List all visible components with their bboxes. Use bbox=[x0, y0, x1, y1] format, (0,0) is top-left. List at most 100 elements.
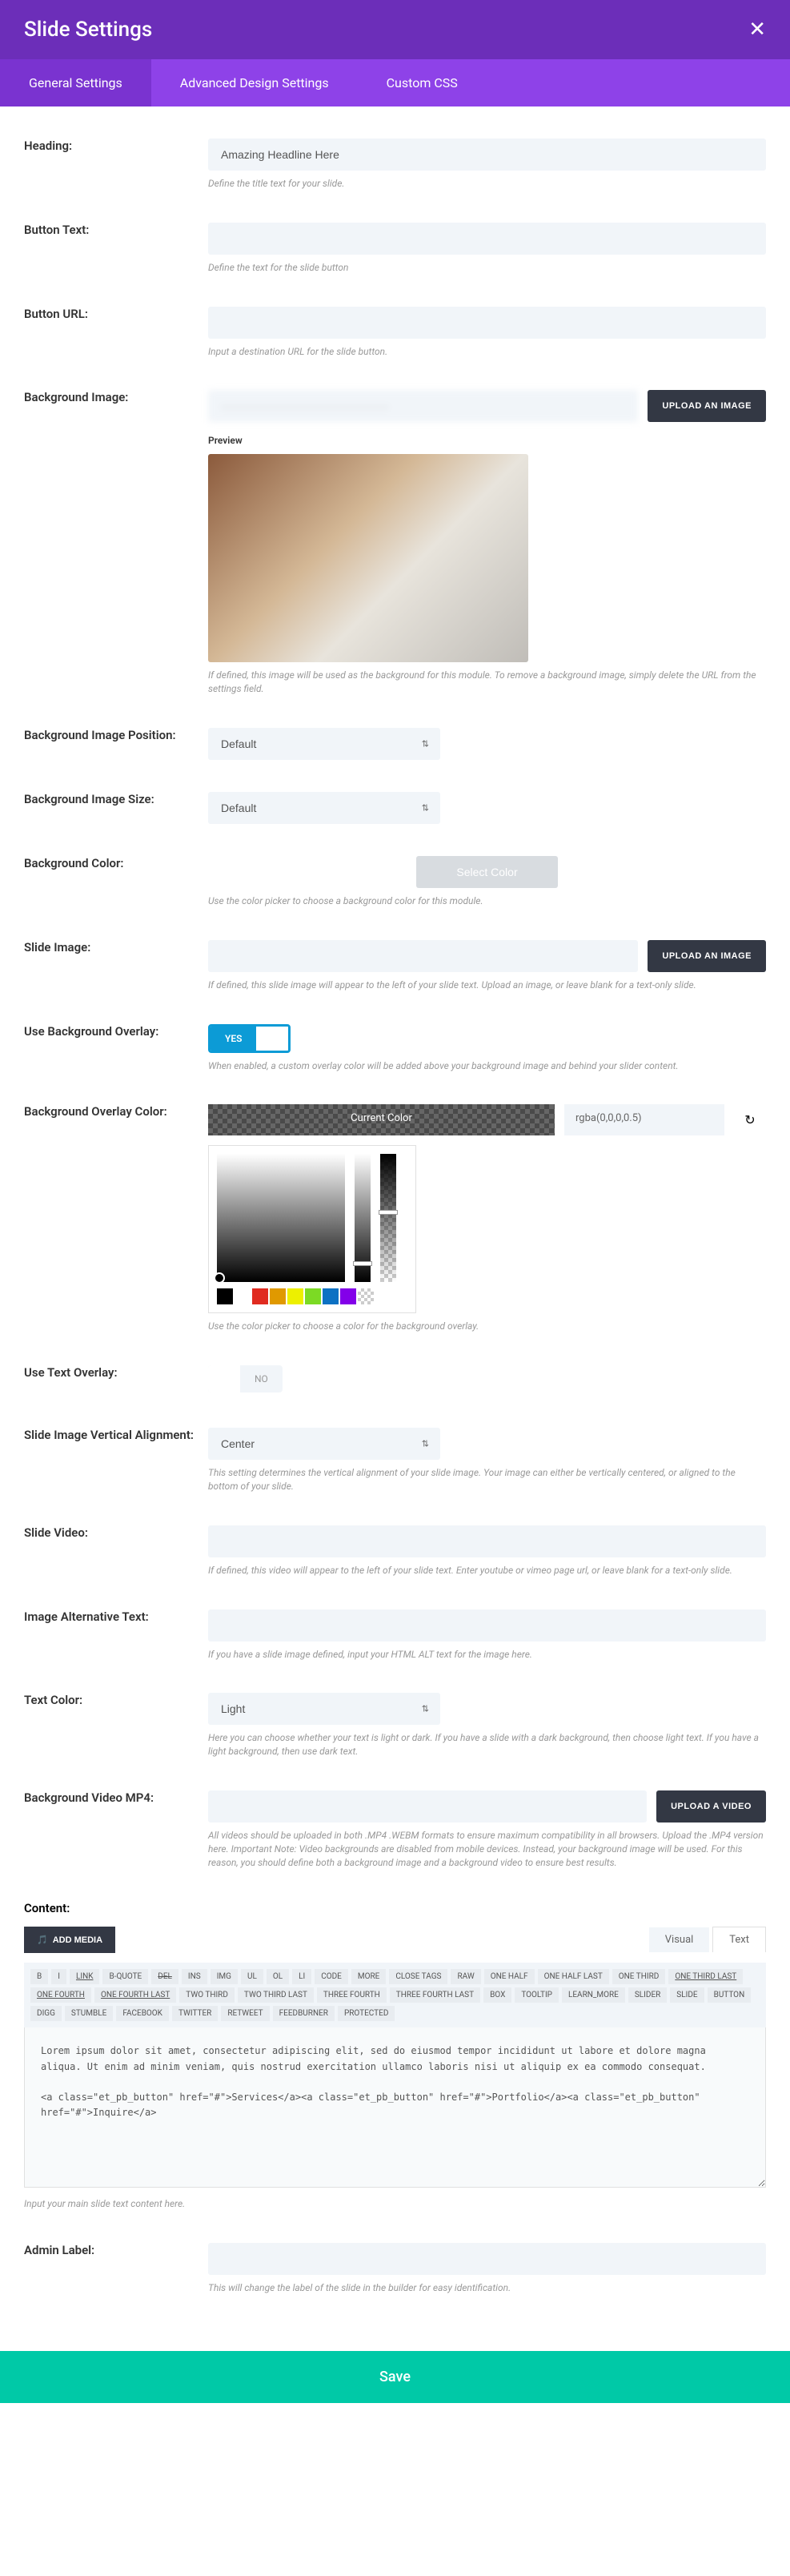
toolbar-twitter[interactable]: TWITTER bbox=[172, 2006, 218, 2021]
color-value-input[interactable]: rgba(0,0,0,0.5) bbox=[564, 1104, 724, 1135]
vert-align-select[interactable]: Center bbox=[208, 1428, 440, 1460]
bg-video-help: All videos should be uploaded in both .M… bbox=[208, 1829, 766, 1869]
button-url-input[interactable] bbox=[208, 307, 766, 339]
admin-label-input[interactable] bbox=[208, 2243, 766, 2275]
toolbar-one-third-last[interactable]: ONE THIRD LAST bbox=[668, 1969, 743, 1984]
toolbar-del[interactable]: DEL bbox=[151, 1969, 178, 1984]
color-swatch-transparent[interactable] bbox=[358, 1288, 374, 1304]
bg-image-label: Background Image: bbox=[24, 390, 208, 696]
slide-image-input[interactable] bbox=[208, 940, 638, 972]
color-swatch[interactable] bbox=[287, 1288, 303, 1304]
bg-pos-label: Background Image Position: bbox=[24, 728, 208, 760]
alt-text-help: If you have a slide image defined, input… bbox=[208, 1648, 766, 1662]
bg-size-select[interactable]: Default bbox=[208, 792, 440, 824]
toolbar-one-third[interactable]: ONE THIRD bbox=[612, 1969, 666, 1984]
slide-image-help: If defined, this slide image will appear… bbox=[208, 979, 766, 992]
modal-header: Slide Settings ✕ bbox=[0, 0, 790, 59]
overlay-color-help: Use the color picker to choose a color f… bbox=[208, 1320, 766, 1333]
color-swatch[interactable] bbox=[270, 1288, 286, 1304]
use-overlay-toggle[interactable]: YES bbox=[208, 1024, 291, 1053]
color-swatch[interactable] bbox=[235, 1288, 251, 1304]
bg-image-input[interactable] bbox=[208, 390, 638, 422]
toolbar-digg[interactable]: DIGG bbox=[30, 2006, 62, 2021]
toolbar-two-third-last[interactable]: TWO THIRD LAST bbox=[238, 1987, 314, 2003]
toolbar-one-fourth-last[interactable]: ONE FOURTH LAST bbox=[94, 1987, 176, 2003]
toolbar-box[interactable]: BOX bbox=[483, 1987, 511, 2003]
color-swatch[interactable] bbox=[252, 1288, 268, 1304]
select-color-button[interactable]: Select Color bbox=[416, 856, 557, 888]
alt-text-label: Image Alternative Text: bbox=[24, 1609, 208, 1662]
content-help: Input your main slide text content here. bbox=[24, 2197, 766, 2211]
toolbar-ul[interactable]: UL bbox=[241, 1969, 263, 1984]
slide-video-label: Slide Video: bbox=[24, 1525, 208, 1577]
toolbar-stumble[interactable]: STUMBLE bbox=[65, 2006, 113, 2021]
toolbar-b[interactable]: B bbox=[30, 1969, 48, 1984]
text-tab[interactable]: Text bbox=[712, 1927, 766, 1952]
toolbar-ol[interactable]: OL bbox=[267, 1969, 289, 1984]
content-label: Content: bbox=[24, 1901, 766, 1915]
toolbar-raw[interactable]: RAW bbox=[451, 1969, 480, 1984]
reset-color-icon[interactable]: ↻ bbox=[734, 1104, 766, 1135]
toolbar-facebook[interactable]: FACEBOOK bbox=[116, 2006, 169, 2021]
color-swatch[interactable] bbox=[217, 1288, 233, 1304]
text-color-label: Text Color: bbox=[24, 1693, 208, 1758]
toolbar-more[interactable]: MORE bbox=[351, 1969, 386, 1984]
bg-pos-select[interactable]: Default bbox=[208, 728, 440, 760]
toolbar-code[interactable]: CODE bbox=[315, 1969, 348, 1984]
text-color-select[interactable]: Light bbox=[208, 1693, 440, 1725]
toolbar-button[interactable]: BUTTON bbox=[708, 1987, 752, 2003]
text-color-help: Here you can choose whether your text is… bbox=[208, 1731, 766, 1758]
alt-text-input[interactable] bbox=[208, 1609, 766, 1642]
close-icon[interactable]: ✕ bbox=[748, 18, 766, 42]
toolbar-two-third[interactable]: TWO THIRD bbox=[179, 1987, 235, 2003]
current-color-display[interactable]: Current Color bbox=[208, 1104, 555, 1135]
color-picker bbox=[208, 1145, 416, 1313]
text-overlay-toggle[interactable]: NO bbox=[208, 1365, 283, 1392]
toolbar-feedburner[interactable]: FEEDBURNER bbox=[273, 2006, 335, 2021]
upload-video-button[interactable]: UPLOAD A VIDEO bbox=[656, 1790, 766, 1822]
toolbar-three-fourth[interactable]: THREE FOURTH bbox=[317, 1987, 387, 2003]
slide-video-input[interactable] bbox=[208, 1525, 766, 1557]
toolbar-li[interactable]: LI bbox=[292, 1969, 311, 1984]
button-text-input[interactable] bbox=[208, 223, 766, 255]
upload-slide-image-button[interactable]: UPLOAD AN IMAGE bbox=[648, 940, 766, 972]
upload-image-button[interactable]: UPLOAD AN IMAGE bbox=[648, 390, 766, 422]
toolbar-link[interactable]: LINK bbox=[70, 1969, 100, 1984]
alpha-slider[interactable] bbox=[380, 1154, 396, 1282]
button-text-help: Define the text for the slide button bbox=[208, 261, 766, 275]
color-swatch[interactable] bbox=[305, 1288, 321, 1304]
toolbar-one-half[interactable]: ONE HALF bbox=[484, 1969, 535, 1984]
tab-advanced[interactable]: Advanced Design Settings bbox=[151, 59, 358, 106]
toolbar-three-fourth-last[interactable]: THREE FOURTH LAST bbox=[390, 1987, 480, 2003]
color-swatch[interactable] bbox=[323, 1288, 339, 1304]
visual-tab[interactable]: Visual bbox=[649, 1927, 710, 1952]
tab-general[interactable]: General Settings bbox=[0, 59, 151, 106]
bg-video-input[interactable] bbox=[208, 1790, 647, 1822]
toolbar-close-tags[interactable]: CLOSE TAGS bbox=[389, 1969, 447, 1984]
toolbar-i[interactable]: I bbox=[51, 1969, 66, 1984]
toolbar-tooltip[interactable]: TOOLTIP bbox=[515, 1987, 559, 2003]
tab-css[interactable]: Custom CSS bbox=[358, 59, 487, 106]
button-url-label: Button URL: bbox=[24, 307, 208, 359]
heading-input[interactable] bbox=[208, 139, 766, 171]
toolbar-protected[interactable]: PROTECTED bbox=[338, 2006, 395, 2021]
add-media-button[interactable]: 🎵 ADD MEDIA bbox=[24, 1927, 115, 1953]
toolbar-one-half-last[interactable]: ONE HALF LAST bbox=[538, 1969, 609, 1984]
vert-align-help: This setting determines the vertical ali… bbox=[208, 1466, 766, 1493]
save-button[interactable]: Save bbox=[0, 2351, 790, 2403]
content-textarea[interactable] bbox=[24, 2027, 766, 2188]
toolbar-learn-more[interactable]: LEARN_MORE bbox=[562, 1987, 625, 2003]
toolbar-slider[interactable]: SLIDER bbox=[628, 1987, 667, 2003]
toolbar-one-fourth[interactable]: ONE FOURTH bbox=[30, 1987, 91, 2003]
toolbar-b-quote[interactable]: B-QUOTE bbox=[102, 1969, 148, 1984]
hue-slider[interactable] bbox=[355, 1154, 371, 1282]
vert-align-label: Slide Image Vertical Alignment: bbox=[24, 1428, 208, 1493]
toolbar-ins[interactable]: INS bbox=[182, 1969, 207, 1984]
bg-size-label: Background Image Size: bbox=[24, 792, 208, 824]
color-swatch[interactable] bbox=[340, 1288, 356, 1304]
toolbar-slide[interactable]: SLIDE bbox=[670, 1987, 704, 2003]
toolbar-img[interactable]: IMG bbox=[211, 1969, 238, 1984]
saturation-picker[interactable] bbox=[217, 1154, 345, 1282]
bg-video-label: Background Video MP4: bbox=[24, 1790, 208, 1869]
toolbar-retweet[interactable]: RETWEET bbox=[221, 2006, 269, 2021]
